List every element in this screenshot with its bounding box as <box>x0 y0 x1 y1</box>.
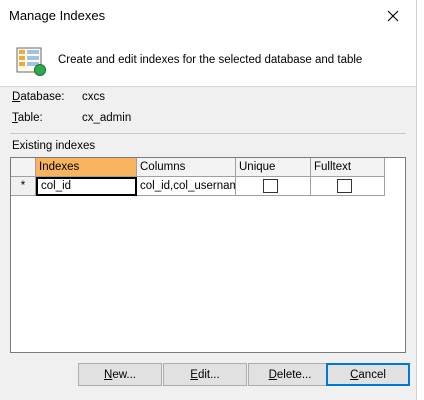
column-header-unique[interactable]: Unique <box>236 158 311 177</box>
table-value: cx_admin <box>82 112 132 124</box>
header-panel: Create and edit indexes for the selected… <box>0 32 416 87</box>
database-value: cxcs <box>82 91 105 103</box>
title-bar: Manage Indexes <box>0 0 416 32</box>
index-table-icon <box>16 47 46 76</box>
database-label: Database: <box>12 91 65 103</box>
close-button[interactable] <box>370 0 416 32</box>
separator <box>10 133 406 134</box>
fulltext-checkbox[interactable] <box>337 179 352 193</box>
cancel-button[interactable]: Cancel <box>326 363 410 386</box>
window-title: Manage Indexes <box>9 8 106 23</box>
grid-corner <box>11 158 36 177</box>
new-button[interactable]: New... <box>78 363 162 386</box>
column-header-columns[interactable]: Columns <box>137 158 236 177</box>
index-columns-cell[interactable]: col_id,col_username <box>137 177 236 196</box>
column-header-indexes[interactable]: Indexes <box>36 158 137 177</box>
close-icon <box>387 10 399 22</box>
fulltext-cell[interactable] <box>311 177 385 196</box>
existing-indexes-label: Existing indexes <box>12 140 96 152</box>
index-name-cell[interactable]: col_id <box>36 177 137 196</box>
delete-button[interactable]: Delete... <box>248 363 332 386</box>
row-header-marker[interactable]: * <box>11 177 36 196</box>
unique-checkbox[interactable] <box>263 179 278 193</box>
indexes-grid[interactable]: Indexes Columns Unique Fulltext * col_id… <box>10 157 406 353</box>
manage-indexes-dialog: Manage Indexes Create and edit indexes f… <box>0 0 417 400</box>
header-description: Create and edit indexes for the selected… <box>58 54 363 66</box>
column-header-fulltext[interactable]: Fulltext <box>311 158 385 177</box>
table-label: Table: <box>12 112 43 124</box>
edit-button[interactable]: Edit... <box>163 363 247 386</box>
unique-cell[interactable] <box>236 177 311 196</box>
grid-header-row: Indexes Columns Unique Fulltext <box>11 158 405 177</box>
